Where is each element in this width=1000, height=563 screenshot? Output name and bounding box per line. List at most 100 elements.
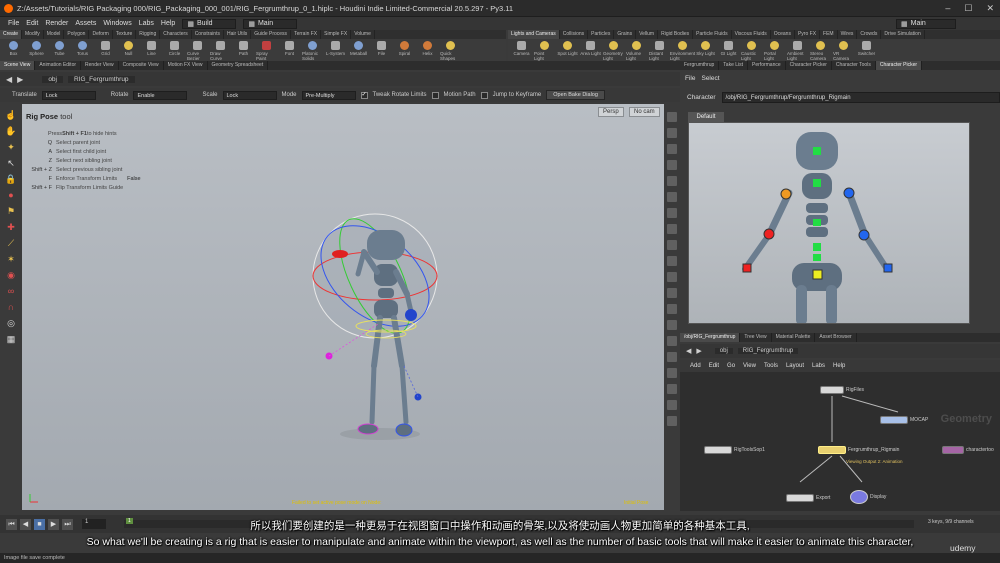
template-icon[interactable]	[667, 320, 677, 330]
node-rigtoolssop1[interactable]: RigToolsSop1	[704, 446, 765, 454]
tool-font[interactable]: Font	[279, 39, 300, 56]
picker-neck-ctrl[interactable]	[813, 179, 821, 187]
forward-icon[interactable]: ▶	[17, 75, 23, 84]
node-display[interactable]: Display	[850, 490, 886, 504]
tool-quick-shapes[interactable]: Quick Shapes	[440, 39, 461, 61]
tool-area-light[interactable]: Area Light	[580, 39, 601, 56]
menu-assets[interactable]: Assets	[75, 20, 96, 27]
close-icon[interactable]: ✕	[986, 3, 994, 14]
lock-icon[interactable]: 🔒	[5, 174, 17, 185]
picker-default-tab[interactable]: Default	[688, 112, 724, 122]
picker-head-ctrl[interactable]	[813, 147, 821, 155]
snap-icon[interactable]: ◎	[5, 318, 17, 329]
node-rigfiles-box[interactable]	[820, 386, 844, 394]
camera-icon[interactable]	[667, 192, 677, 202]
tab-composite-view[interactable]: Composite View	[119, 61, 164, 70]
tool-torus[interactable]: Torus	[72, 39, 93, 56]
net-menu-view[interactable]: View	[743, 363, 756, 369]
tool-null[interactable]: Null	[118, 39, 139, 56]
maximize-icon[interactable]: ☐	[964, 3, 972, 14]
desktop-dropdown[interactable]: ▦ Build	[182, 18, 237, 29]
net-path-root[interactable]: obj	[714, 348, 733, 354]
node-fergrumthrup-rigmain[interactable]: Fergrumthrup_Rigmain	[818, 446, 899, 454]
node-display-icon[interactable]	[850, 490, 868, 504]
grid-toggle-icon[interactable]	[667, 224, 677, 234]
picker-hand-l[interactable]	[883, 263, 893, 273]
camera-button[interactable]: No cam	[629, 107, 660, 117]
picker-spine-ctrl3[interactable]	[813, 254, 821, 261]
back-icon[interactable]: ◀	[6, 75, 12, 84]
character-path-field[interactable]: /obj/RIG_Fergrumthrup/Fergrumthrup_Rigma…	[721, 91, 1000, 103]
tool-geometry-light[interactable]: Geometry Light	[603, 39, 624, 61]
picker-hand-r[interactable]	[742, 263, 752, 273]
picker-shoulder-r[interactable]	[780, 188, 792, 200]
tab-character-picker-5[interactable]: Character Picker	[875, 61, 923, 70]
handle-tool-icon[interactable]: ✋	[5, 126, 17, 137]
magnet-icon[interactable]: ∩	[5, 302, 17, 313]
shelf-tab-particles[interactable]: Particles	[588, 30, 615, 39]
picker-hips-ctrl[interactable]	[812, 269, 823, 280]
shelf-tab-fem[interactable]: FEM	[820, 30, 838, 39]
tab-motion-fx-view[interactable]: Motion FX View	[164, 61, 208, 70]
translate-dropdown[interactable]: Lock	[41, 90, 96, 100]
net-forward-icon[interactable]: ▶	[696, 347, 701, 355]
group-icon[interactable]	[667, 352, 677, 362]
tool-caustic-light[interactable]: Caustic Light	[741, 39, 762, 61]
tool-circle[interactable]: Circle	[164, 39, 185, 56]
shelf-tab-terrain-fx[interactable]: Terrain FX	[291, 30, 322, 39]
path-root[interactable]: obj	[42, 75, 63, 83]
bones-icon[interactable]	[667, 272, 677, 282]
frame-icon[interactable]	[667, 384, 677, 394]
shelf-tab-particle-fluids[interactable]: Particle Fluids	[693, 30, 732, 39]
picker-elbow-l[interactable]	[858, 229, 870, 241]
minimize-icon[interactable]: –	[945, 3, 950, 14]
open-bake-dialog-button[interactable]: Open Bake Dialog	[546, 90, 605, 100]
shin-r[interactable]	[369, 363, 377, 425]
settings-icon[interactable]	[667, 416, 677, 426]
net-menu-go[interactable]: Go	[727, 363, 735, 369]
shelf-tab-texture[interactable]: Texture	[113, 30, 137, 39]
network-editor[interactable]: Add Edit Go View Tools Layout Labs Help Geometr…	[680, 360, 1000, 511]
picker-spine-ctrl[interactable]	[813, 219, 821, 226]
node-export-box[interactable]	[786, 494, 814, 502]
ghost-icon[interactable]	[667, 288, 677, 298]
net-menu-edit[interactable]: Edit	[709, 363, 719, 369]
shelf-tab-volume[interactable]: Volume	[351, 30, 375, 39]
link-icon[interactable]	[667, 368, 677, 378]
path-node[interactable]: RIG_Fergrumthrup	[68, 75, 135, 83]
shelf-tab-deform[interactable]: Deform	[89, 30, 113, 39]
lighting-icon[interactable]	[667, 128, 677, 138]
tool-distant-light[interactable]: Distant Light	[649, 39, 670, 61]
menu-labs[interactable]: Labs	[139, 20, 154, 27]
picker-menu-file[interactable]: File	[685, 75, 695, 82]
right-main-dropdown[interactable]: ▦ Main	[896, 18, 956, 29]
tool-box[interactable]: Box	[3, 39, 24, 56]
jump-keyframe-checkbox[interactable]	[480, 91, 488, 99]
tool-metaball[interactable]: Metaball	[348, 39, 369, 56]
view-tool-icon[interactable]: ↖	[5, 158, 17, 169]
shelf-tab-lights-and-cameras[interactable]: Lights and Cameras	[508, 30, 560, 39]
tool-environment-light[interactable]: Environment Light	[670, 39, 695, 61]
shelf-tab-guide-process[interactable]: Guide Process	[251, 30, 292, 39]
shelf-tab-vellum[interactable]: Vellum	[636, 30, 659, 39]
grid-icon[interactable]: ▦	[5, 334, 17, 345]
picker-shoulder-l[interactable]	[843, 187, 855, 199]
node-mocap-box[interactable]	[880, 416, 908, 424]
pose-tool-icon[interactable]: ✦	[5, 142, 17, 153]
snapshot-icon[interactable]	[667, 208, 677, 218]
node-rigtoolssop1-box[interactable]	[704, 446, 732, 454]
select-tool-icon[interactable]: ☝	[5, 110, 17, 121]
node-charactertools-box[interactable]	[942, 446, 964, 454]
tool-gi-light[interactable]: GI Light	[718, 39, 739, 56]
net-path-node[interactable]: RIG_Fergrumthrup	[737, 348, 799, 354]
tool-stereo-camera[interactable]: Stereo Camera	[810, 39, 831, 61]
select-mode-icon[interactable]	[667, 336, 677, 346]
tool-portal-light[interactable]: Portal Light	[764, 39, 785, 61]
net-menu-tools[interactable]: Tools	[764, 363, 778, 369]
tool-tube[interactable]: Tube	[49, 39, 70, 56]
tool-draw-curve[interactable]: Draw Curve	[210, 39, 231, 61]
mode-dropdown[interactable]: Pre-Multiply	[301, 90, 356, 100]
shelf-tab-crowds[interactable]: Crowds	[857, 30, 882, 39]
tab-performance-2[interactable]: Performance	[748, 61, 786, 70]
tab-character-tools-4[interactable]: Character Tools	[832, 61, 876, 70]
